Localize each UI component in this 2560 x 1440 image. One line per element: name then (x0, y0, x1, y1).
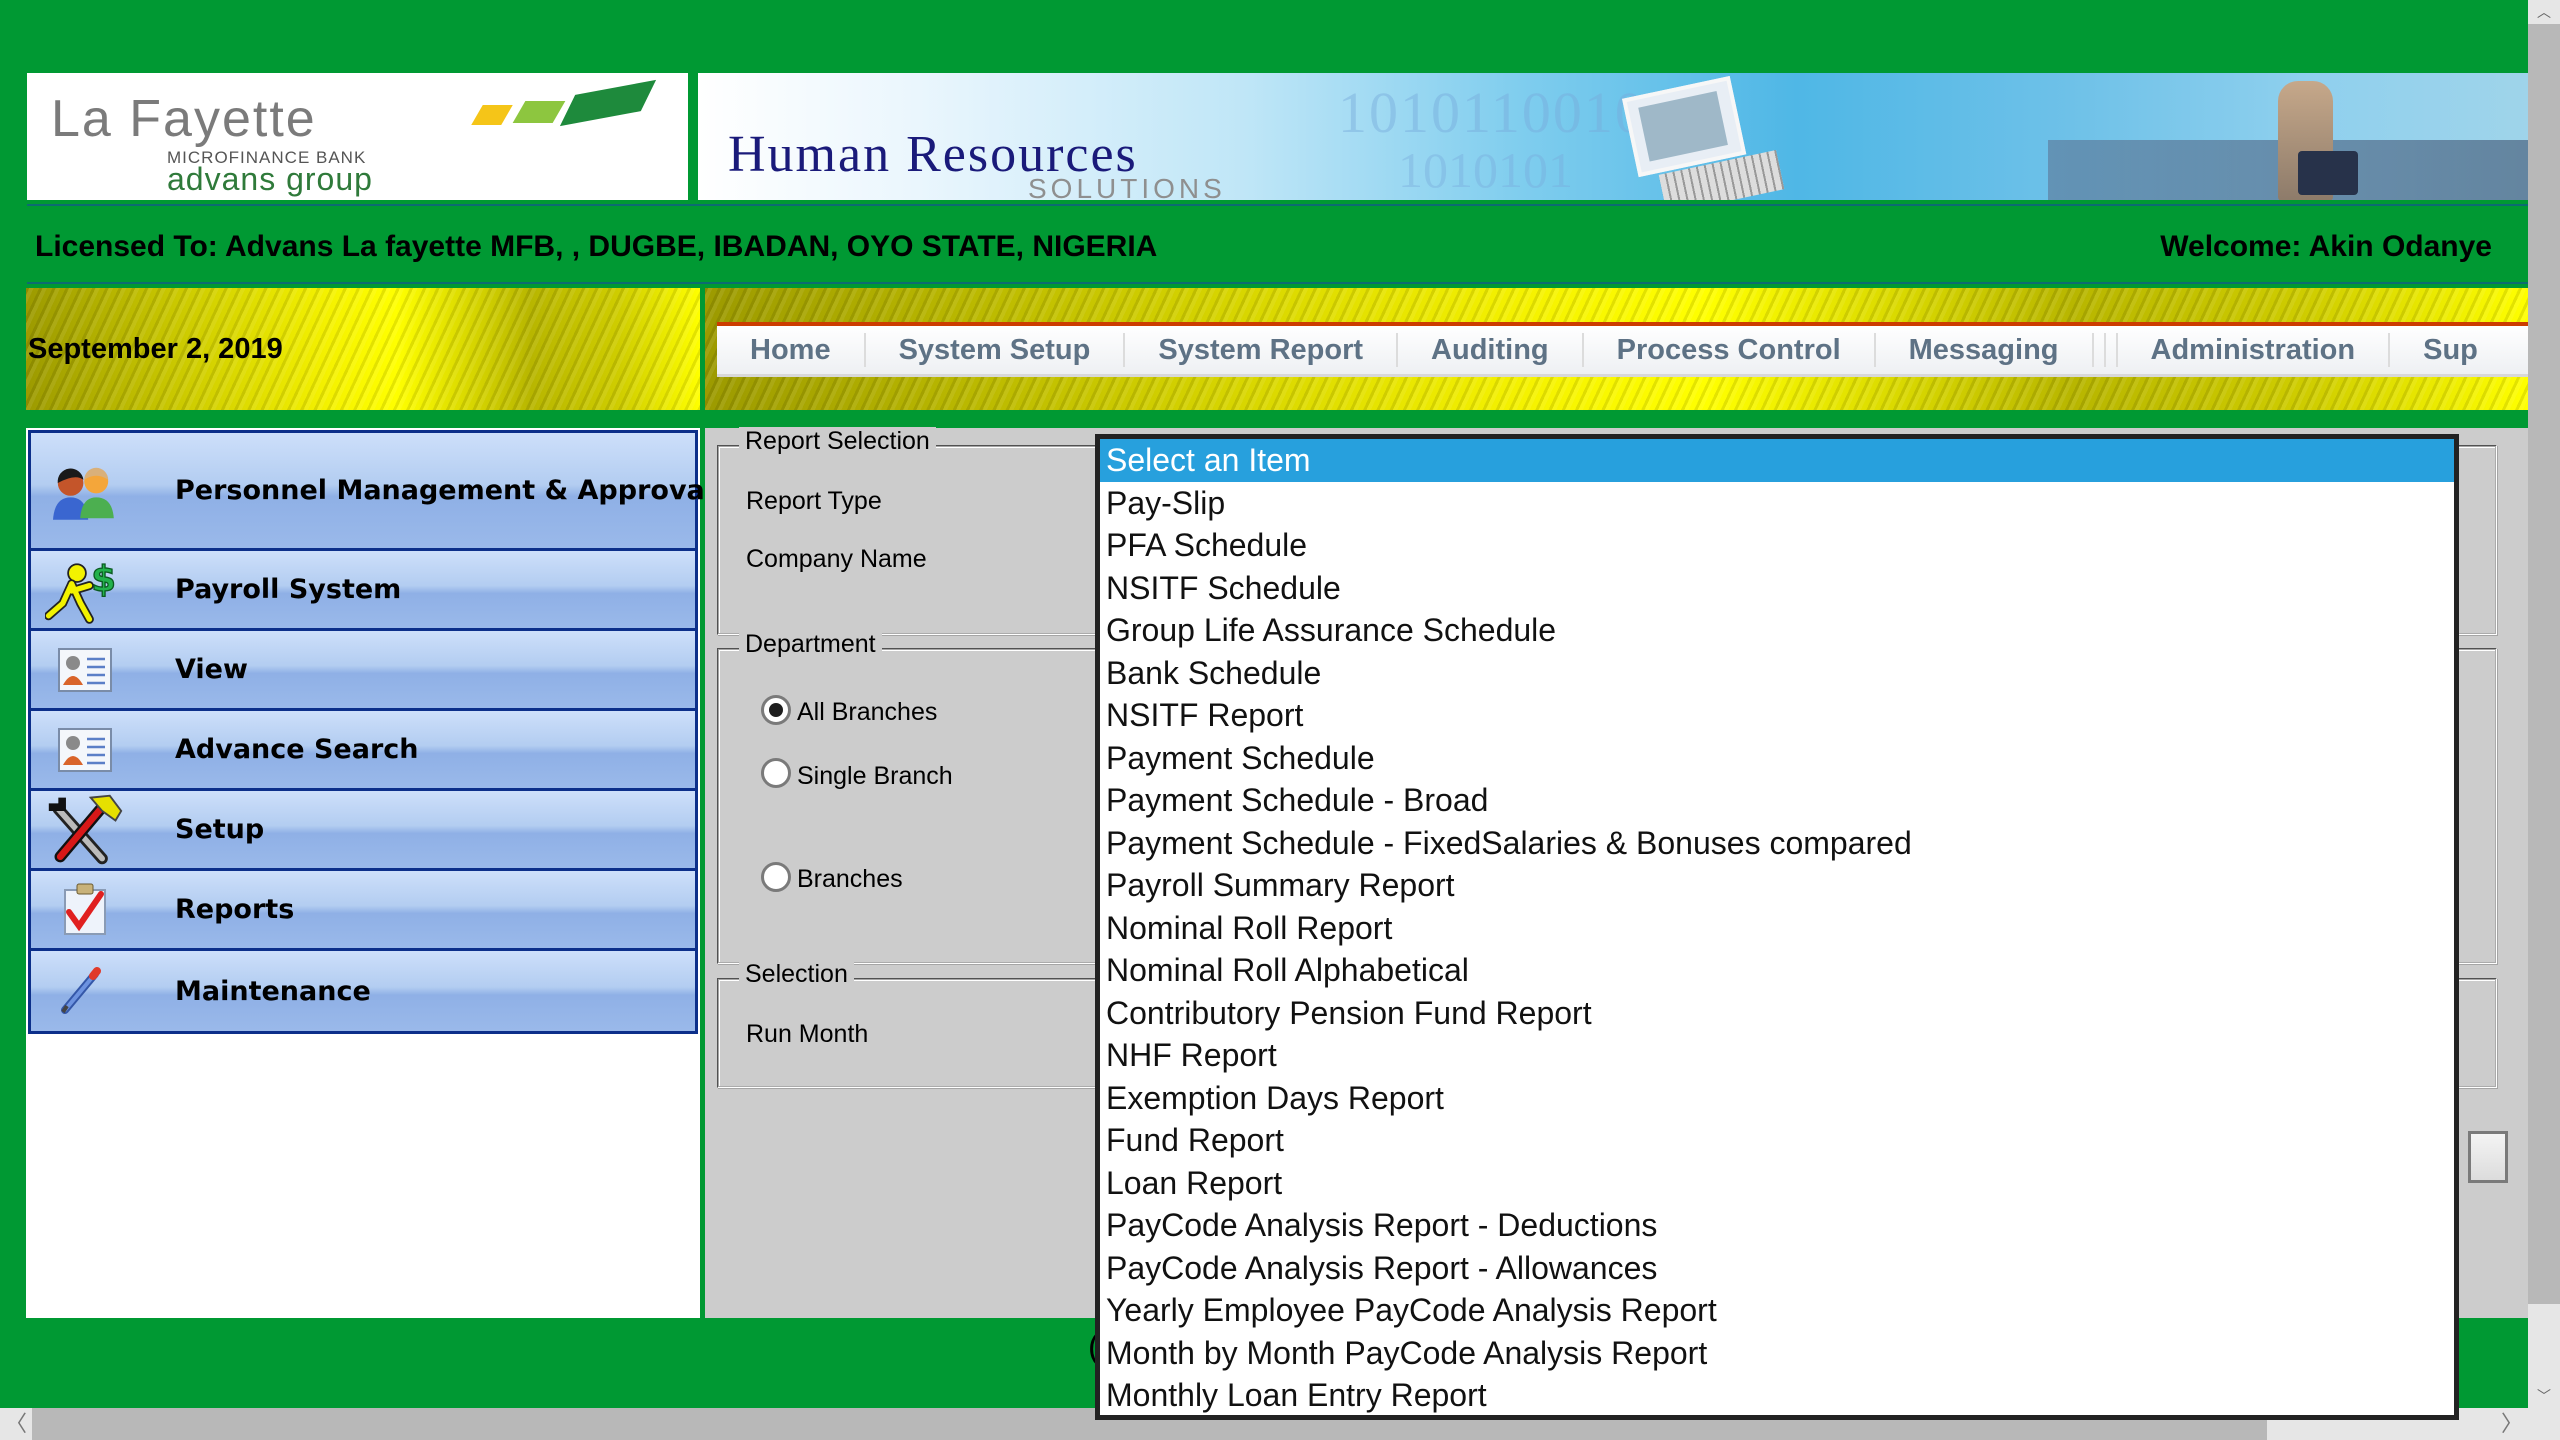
single-branch-radio[interactable] (761, 758, 791, 788)
branches-label[interactable]: Branches (797, 865, 903, 894)
dropdown-option[interactable]: Monthly Loan Entry Report (1100, 1374, 2454, 1415)
sidebar: Personnel Management & Approval $ Payrol… (26, 428, 714, 1318)
briefcase-icon (2298, 151, 2358, 195)
scroll-right-arrow-icon[interactable]: 〉 (2496, 1408, 2528, 1440)
clipboard-check-icon (45, 874, 125, 946)
all-branches-label[interactable]: All Branches (797, 698, 937, 727)
dropdown-option[interactable]: Nominal Roll Report (1100, 907, 2454, 950)
nav-auditing[interactable]: Auditing (1398, 326, 1582, 374)
date-panel: September 2, 2019 (26, 288, 700, 410)
dropdown-option[interactable]: Payment Schedule - FixedSalaries & Bonus… (1100, 822, 2454, 865)
banner-binary-digits: 1010101 (1398, 142, 1573, 198)
running-man-dollar-icon: $ (45, 554, 125, 626)
single-branch-label[interactable]: Single Branch (797, 762, 953, 791)
dropdown-option[interactable]: Loan Report (1100, 1162, 2454, 1205)
sidebar-item-reports[interactable]: Reports (31, 871, 695, 951)
logo-shape-darkgreen (559, 79, 657, 127)
nav-panel: Home System Setup System Report Auditing… (705, 288, 2528, 410)
people-icon (45, 455, 125, 527)
sidebar-item-label: View (175, 654, 248, 685)
dropdown-option[interactable]: Payment Schedule - Broad (1100, 779, 2454, 822)
scroll-left-arrow-icon[interactable]: 〈 (0, 1408, 32, 1440)
dropdown-option[interactable]: Fund Report (1100, 1119, 2454, 1162)
vertical-scrollbar-thumb[interactable] (2528, 24, 2560, 1304)
id-card-icon (45, 714, 125, 786)
dropdown-option[interactable]: NHF Report (1100, 1034, 2454, 1077)
selection-legend: Selection (739, 960, 854, 989)
nav-system-setup[interactable]: System Setup (866, 326, 1124, 374)
sidebar-item-label: Maintenance (175, 975, 371, 1007)
sidebar-item-advance-search[interactable]: Advance Search (31, 711, 695, 791)
vertical-scrollbar[interactable]: ︿ ﹀ (2528, 0, 2560, 1408)
report-type-dropdown-list[interactable]: Select an Item Pay-Slip PFA Schedule NSITF … (1095, 434, 2459, 1420)
branches-radio[interactable] (761, 862, 791, 892)
scroll-down-arrow-icon[interactable]: ﹀ (2528, 1384, 2560, 1408)
divider-strip (0, 410, 2528, 428)
sidebar-item-label: Setup (175, 814, 265, 845)
pencil-icon (45, 955, 125, 1027)
sidebar-item-view[interactable]: View (31, 631, 695, 711)
dropdown-option[interactable]: PayCode Analysis Report - Allowances (1100, 1247, 2454, 1290)
sidebar-item-label: Reports (175, 894, 295, 925)
laptop-icon (1622, 73, 1785, 200)
dropdown-option[interactable]: NSITF Report (1100, 694, 2454, 737)
main-nav: Home System Setup System Report Auditing… (717, 322, 2528, 374)
report-selection-legend: Report Selection (739, 427, 936, 456)
dropdown-option[interactable]: PayCode Analysis Report - Deductions (1100, 1204, 2454, 1247)
sidebar-item-maintenance[interactable]: Maintenance (31, 951, 695, 1031)
all-branches-radio[interactable] (761, 695, 791, 725)
dropdown-option[interactable]: Yearly Employee PayCode Analysis Report (1100, 1289, 2454, 1332)
logo-group: advans group (167, 161, 373, 197)
report-type-label: Report Type (746, 487, 882, 515)
company-name-label: Company Name (746, 545, 927, 573)
nav-administration[interactable]: Administration (2118, 326, 2389, 374)
tools-icon (45, 794, 125, 866)
banner-binary-digits: 1010110010 (1338, 80, 1646, 145)
partially-hidden-button[interactable] (2468, 1131, 2508, 1183)
sidebar-item-label: Advance Search (175, 734, 419, 765)
sidebar-item-payroll-system[interactable]: $ Payroll System (31, 551, 695, 631)
dropdown-option[interactable]: Group Life Assurance Schedule (1100, 609, 2454, 652)
sidebar-menu: Personnel Management & Approval $ Payrol… (28, 430, 714, 1034)
dropdown-option[interactable]: Exemption Days Report (1100, 1077, 2454, 1120)
sidebar-item-setup[interactable]: Setup (31, 791, 695, 871)
dropdown-option[interactable]: Pay-Slip (1100, 482, 2454, 525)
dropdown-option[interactable]: Select an Item (1100, 439, 2454, 482)
logo-shape-lightgreen (512, 101, 566, 123)
dropdown-option[interactable]: PFA Schedule (1100, 524, 2454, 567)
current-date: September 2, 2019 (28, 333, 283, 365)
nav-system-report[interactable]: System Report (1125, 326, 1396, 374)
svg-text:$: $ (91, 558, 116, 599)
scrollbar-corner (2528, 1408, 2560, 1440)
welcome-user-text: Welcome: Akin Odanye (2160, 230, 2492, 263)
scroll-up-arrow-icon[interactable]: ︿ (2528, 0, 2560, 24)
nav-process-control[interactable]: Process Control (1584, 326, 1874, 374)
id-card-icon (45, 634, 125, 706)
nav-separator (2091, 333, 2094, 367)
licensed-to-text: Licensed To: Advans La fayette MFB, , DU… (35, 230, 1158, 263)
dropdown-option[interactable]: Payment Schedule (1100, 737, 2454, 780)
nav-home[interactable]: Home (717, 326, 864, 374)
license-bar: Licensed To: Advans La fayette MFB, , DU… (27, 204, 2528, 284)
nav-separator (2103, 333, 2106, 367)
dropdown-option[interactable]: Nominal Roll Alphabetical (1100, 949, 2454, 992)
dropdown-option[interactable]: Contributory Pension Fund Report (1100, 992, 2454, 1035)
banner-subtitle: SOLUTIONS (1028, 173, 1226, 200)
dropdown-option[interactable]: Payroll Summary Report (1100, 864, 2454, 907)
dropdown-option[interactable]: Month by Month PayCode Analysis Report (1100, 1332, 2454, 1375)
dropdown-option[interactable]: NSITF Schedule (1100, 567, 2454, 610)
department-legend: Department (739, 630, 882, 659)
sidebar-item-personnel-management[interactable]: Personnel Management & Approval (31, 433, 714, 551)
hr-solutions-banner: 1010110010 1010101 Human Resources SOLUT… (698, 73, 2528, 200)
logo-shape-yellow (471, 105, 513, 125)
company-logo[interactable]: La Fayette MICROFINANCE BANK advans grou… (27, 73, 688, 200)
nav-messaging[interactable]: Messaging (1876, 326, 2092, 374)
nav-support[interactable]: Sup (2390, 326, 2511, 374)
logo-name: La Fayette (51, 90, 317, 148)
dropdown-option[interactable]: Bank Schedule (1100, 652, 2454, 695)
sidebar-item-label: Personnel Management & Approval (175, 475, 715, 506)
sidebar-item-label: Payroll System (175, 574, 402, 605)
run-month-label: Run Month (746, 1020, 869, 1048)
